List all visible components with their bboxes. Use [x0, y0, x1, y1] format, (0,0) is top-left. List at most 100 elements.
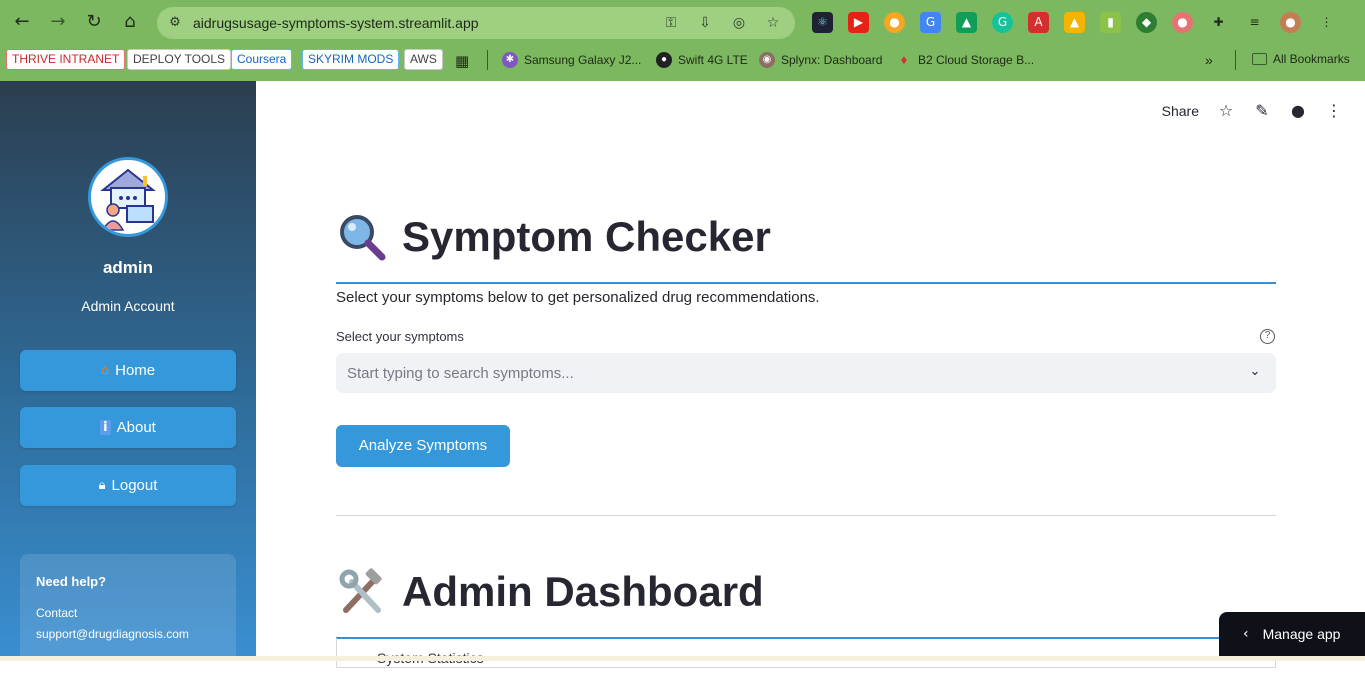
- bookmark-b2-cloud[interactable]: ♦ B2 Cloud Storage B...: [896, 52, 1034, 68]
- home-page-icon[interactable]: ⌂: [119, 11, 141, 33]
- home-button-label: Home: [115, 362, 156, 379]
- extensions-puzzle-icon[interactable]: ✚: [1208, 12, 1229, 33]
- symptoms-multiselect[interactable]: Start typing to search symptoms... ⌄: [336, 353, 1276, 393]
- app-header-actions: Share ☆ ✎ ● ⋮: [1162, 102, 1343, 120]
- password-key-icon[interactable]: ⚿: [661, 14, 681, 32]
- react-devtools-icon[interactable]: ⚛: [812, 12, 833, 33]
- all-bookmarks[interactable]: All Bookmarks: [1252, 52, 1350, 66]
- browser-menu-icon[interactable]: ⋮: [1316, 12, 1337, 33]
- admin-avatar: [88, 157, 168, 237]
- contact-label: Contact: [36, 606, 78, 620]
- drive-icon[interactable]: ▲: [956, 12, 977, 33]
- logout-button-label: Logout: [111, 477, 158, 494]
- lock-icon: 🔒︎: [98, 478, 106, 493]
- install-app-icon[interactable]: ⇩: [695, 14, 715, 32]
- reload-icon[interactable]: ↻: [83, 11, 105, 33]
- manage-app-button[interactable]: ‹ Manage app: [1219, 612, 1365, 656]
- bookmarks-bar: THRIVE INTRANET DEPLOY TOOLS Coursera SK…: [0, 46, 1365, 74]
- symptoms-placeholder: Start typing to search symptoms...: [347, 365, 574, 382]
- all-bookmarks-label: All Bookmarks: [1273, 52, 1350, 66]
- bookmark-thrive-intranet[interactable]: THRIVE INTRANET: [6, 49, 126, 70]
- notes-extension-icon[interactable]: ▮: [1100, 12, 1121, 33]
- bookmark-deploy-tools[interactable]: DEPLOY TOOLS: [127, 49, 232, 70]
- analyze-symptoms-button[interactable]: Analyze Symptoms: [336, 425, 510, 467]
- chevron-down-icon[interactable]: ⌄: [1246, 363, 1264, 381]
- maps-extension-icon[interactable]: ◆: [1136, 12, 1157, 33]
- sun-extension-icon[interactable]: ●: [884, 12, 905, 33]
- bookmark-label: Splynx: Dashboard: [781, 53, 883, 67]
- bookmarks-separator: [1235, 50, 1236, 70]
- bookmarks-separator: [487, 50, 488, 70]
- more-options-icon[interactable]: ⋮: [1325, 102, 1343, 120]
- bookmark-splynx[interactable]: ◉ Splynx: Dashboard: [759, 52, 882, 68]
- grammarly-icon[interactable]: G: [992, 12, 1013, 33]
- share-button[interactable]: Share: [1162, 103, 1199, 119]
- bookmark-coursera[interactable]: Coursera: [231, 49, 293, 70]
- back-icon[interactable]: ←: [11, 11, 33, 33]
- bookmark-label: Swift 4G LTE: [678, 53, 748, 67]
- star-icon[interactable]: ☆: [1217, 102, 1235, 120]
- bookmark-aws[interactable]: AWS: [404, 49, 443, 70]
- user-role: Admin Account: [81, 298, 175, 314]
- help-contact: Contact support@drugdiagnosis.com: [36, 603, 220, 645]
- address-bar[interactable]: ⚙ aidrugsusage-symptoms-system.streamlit…: [157, 7, 795, 39]
- hammer-wrench-icon: [336, 566, 388, 618]
- section-divider: [336, 515, 1276, 516]
- sidebar: admin Admin Account ⌂ Home i About 🔒︎ Lo…: [0, 81, 256, 674]
- splynx-icon: ◉: [759, 52, 775, 68]
- record-extension-icon[interactable]: ●: [1172, 12, 1193, 33]
- manage-app-label: Manage app: [1262, 626, 1341, 642]
- magnifier-icon: [336, 211, 388, 263]
- page-title: Symptom Checker: [402, 213, 771, 260]
- edit-pencil-icon[interactable]: ✎: [1253, 102, 1271, 120]
- title-underline: [336, 282, 1276, 284]
- bookmark-skyrim-mods[interactable]: SKYRIM MODS: [302, 49, 400, 70]
- contact-email[interactable]: support@drugdiagnosis.com: [36, 624, 220, 645]
- eye-off-icon[interactable]: ◎: [729, 14, 749, 32]
- github-icon[interactable]: ●: [1289, 102, 1307, 120]
- help-question-icon[interactable]: ?: [1260, 329, 1275, 344]
- logout-button[interactable]: 🔒︎ Logout: [20, 465, 236, 506]
- main-content: Share ☆ ✎ ● ⋮ Symptom Checker Select you…: [256, 81, 1365, 668]
- symptom-checker-heading: Symptom Checker: [336, 211, 771, 263]
- profile-avatar-icon[interactable]: ●: [1280, 12, 1301, 33]
- home-icon: ⌂: [100, 363, 110, 378]
- symptoms-field-label: Select your symptoms: [336, 329, 464, 344]
- user-name: admin: [102, 258, 154, 277]
- admin-dashboard-title: Admin Dashboard: [402, 568, 764, 615]
- pdf-icon[interactable]: A: [1028, 12, 1049, 33]
- admin-illustration-icon: [100, 168, 156, 231]
- globe-icon: ●: [656, 52, 672, 68]
- bookmark-swift[interactable]: ● Swift 4G LTE: [656, 52, 748, 68]
- bookmark-label: Samsung Galaxy J2...: [524, 53, 642, 67]
- forward-icon[interactable]: →: [47, 11, 69, 33]
- flame-icon: ♦: [900, 52, 908, 67]
- help-title: Need help?: [36, 574, 107, 589]
- system-statistics-expander[interactable]: System Statistics: [336, 638, 1276, 668]
- drive-upload-icon[interactable]: ▲: [1064, 12, 1085, 33]
- bookmark-label: B2 Cloud Storage B...: [918, 53, 1035, 67]
- more-bookmarks-icon[interactable]: »: [1205, 52, 1213, 68]
- apps-grid-icon[interactable]: ▦: [455, 52, 469, 70]
- browser-toolbar: ← → ↻ ⌂ ⚙ aidrugsusage-symptoms-system.s…: [0, 0, 1365, 45]
- bookmark-samsung[interactable]: ✱ Samsung Galaxy J2...: [502, 52, 641, 68]
- samsung-bookmark-icon: ✱: [502, 52, 518, 68]
- admin-dashboard-heading: Admin Dashboard: [336, 566, 764, 618]
- url-text[interactable]: aidrugsusage-symptoms-system.streamlit.a…: [193, 15, 479, 31]
- info-icon: i: [100, 420, 111, 435]
- omnibox-actions: ⚿ ⇩ ◎ ☆: [661, 14, 783, 32]
- folder-icon: [1252, 53, 1267, 65]
- extensions-row: ⚛ ▶ ● G ▲ G A ▲ ▮ ◆ ● ✚ ≡ ● ⋮: [812, 12, 1337, 33]
- page-subtitle: Select your symptoms below to get person…: [336, 289, 820, 306]
- about-button-label: About: [116, 419, 156, 436]
- about-button[interactable]: i About: [20, 407, 236, 448]
- home-button[interactable]: ⌂ Home: [20, 350, 236, 391]
- bottom-strip: [0, 656, 1365, 661]
- browser-chrome: ← → ↻ ⌂ ⚙ aidrugsusage-symptoms-system.s…: [0, 0, 1365, 81]
- translate-icon[interactable]: G: [920, 12, 941, 33]
- chevron-left-icon: ‹: [1243, 626, 1249, 642]
- bookmark-star-icon[interactable]: ☆: [763, 14, 783, 32]
- youtube-icon[interactable]: ▶: [848, 12, 869, 33]
- media-queue-icon[interactable]: ≡: [1244, 12, 1265, 33]
- site-info-icon[interactable]: ⚙: [166, 14, 184, 32]
